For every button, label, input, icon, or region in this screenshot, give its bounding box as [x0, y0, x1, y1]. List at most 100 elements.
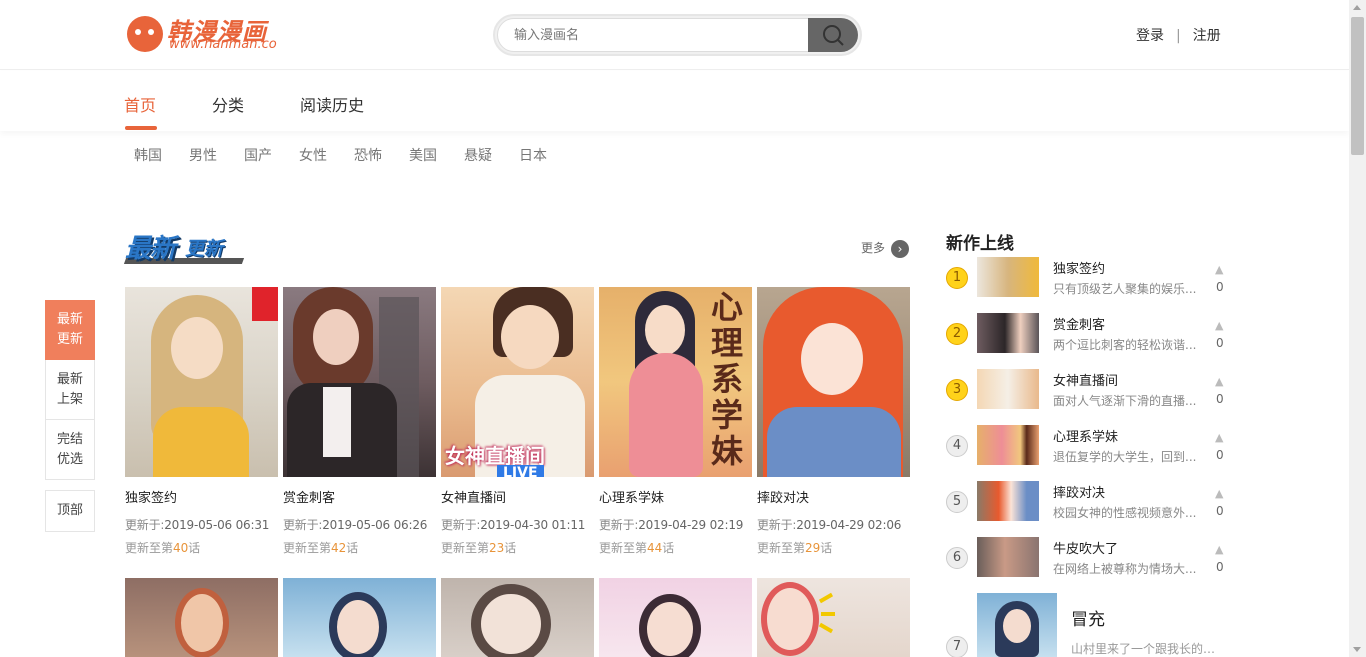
rank-thumbnail[interactable] [977, 257, 1039, 297]
comic-title[interactable]: 女神直播间 [441, 487, 594, 506]
ep-number: 44 [647, 541, 663, 555]
rank-title[interactable]: 摔跤对决 [1053, 482, 1105, 501]
rank-desc: 面对人气逐渐下滑的直播... [1053, 394, 1197, 408]
update-time: 2019-05-06 06:31 [164, 518, 270, 532]
auth-separator: | [1176, 28, 1181, 44]
category-link[interactable]: 日本 [519, 145, 547, 165]
comic-episode: 更新至第44话 [599, 539, 752, 556]
comic-card[interactable]: 女神直播间 LIVE 女神直播间 更新于:2019-04-30 01:11 更新… [441, 287, 594, 556]
scrollbar-thumb[interactable] [1351, 17, 1364, 155]
comic-title[interactable]: 摔跤对决 [757, 487, 910, 506]
float-menu-completed[interactable]: 完结优选 [45, 420, 95, 480]
comic-card[interactable]: 独家签约 更新于:2019-05-06 06:31 更新至第40话 [125, 287, 278, 556]
ranking-item[interactable]: 2 赏金刺客 两个逗比刺客的轻松诙谐... ▲ 0 [946, 313, 1236, 355]
comic-title[interactable]: 赏金刺客 [283, 487, 436, 506]
comic-cover[interactable] [441, 578, 594, 657]
comic-cover[interactable] [757, 578, 910, 657]
comic-cover[interactable] [283, 287, 436, 477]
cover-title-vertical: 心理系学妹 [710, 288, 743, 470]
ep-prefix: 更新至第 [441, 541, 490, 555]
fire-icon: ▲ [1215, 263, 1224, 276]
site-logo[interactable]: 韩漫漫画 www.hanman.co [127, 12, 299, 56]
float-menu-label: 最新上架 [56, 372, 83, 407]
category-link[interactable]: 悬疑 [464, 145, 492, 165]
more-link[interactable]: 更多 › [861, 239, 910, 258]
rank-title[interactable]: 赏金刺客 [1053, 314, 1105, 333]
comic-updated: 更新于:2019-04-29 02:19 [599, 516, 752, 533]
fire-icon: ▲ [1215, 543, 1224, 556]
search-icon [823, 25, 844, 46]
comic-cover[interactable] [757, 287, 910, 477]
float-menu-latest-update[interactable]: 最新更新 [45, 300, 95, 360]
ranking-item[interactable]: 3 女神直播间 面对人气逐渐下滑的直播... ▲ 0 [946, 369, 1236, 411]
float-menu-new-shelf[interactable]: 最新上架 [45, 360, 95, 420]
update-prefix: 更新于: [283, 518, 323, 532]
category-link[interactable]: 韩国 [134, 145, 162, 165]
rank-title[interactable]: 冒充 [1071, 605, 1105, 630]
ep-number: 40 [173, 541, 189, 555]
comic-cover[interactable]: 心理系学妹 [599, 287, 752, 477]
tab-history[interactable]: 阅读历史 [300, 92, 364, 116]
ranking-item[interactable]: 5 摔跤对决 校园女神的性感视频意外... ▲ 0 [946, 481, 1236, 523]
rank-thumbnail[interactable] [977, 425, 1039, 465]
tab-categories[interactable]: 分类 [212, 92, 244, 116]
comic-card[interactable]: 赏金刺客 更新于:2019-05-06 06:26 更新至第42话 [283, 287, 436, 556]
comic-cover[interactable]: 女神直播间 LIVE [441, 287, 594, 477]
ranking-item[interactable]: 4 心理系学妹 退伍复学的大学生，回到... ▲ 0 [946, 425, 1236, 467]
active-tab-indicator [125, 126, 157, 130]
category-link[interactable]: 美国 [409, 145, 437, 165]
rank-desc: 山村里来了一个跟我长的一... [1071, 642, 1226, 656]
search-button[interactable] [808, 18, 858, 52]
comic-title[interactable]: 心理系学妹 [599, 487, 752, 506]
rank-thumbnail[interactable] [977, 593, 1057, 657]
rank-number: 3 [946, 379, 968, 401]
category-link[interactable]: 国产 [244, 145, 272, 165]
tab-home[interactable]: 首页 [124, 92, 156, 116]
ranking-item-featured[interactable]: 7 冒充 山村里来了一个跟我长的一... [946, 593, 1236, 657]
float-menu-label: 完结优选 [56, 432, 83, 467]
fire-icon: ▲ [1215, 431, 1224, 444]
rank-title[interactable]: 独家签约 [1053, 258, 1105, 277]
search-input[interactable] [497, 18, 810, 52]
register-link[interactable]: 注册 [1193, 28, 1221, 44]
logo-url: www.hanman.co [169, 37, 277, 52]
page-scrollbar[interactable] [1349, 0, 1366, 657]
comic-card[interactable]: 心理系学妹 心理系学妹 更新于:2019-04-29 02:19 更新至第44话 [599, 287, 752, 556]
ranking-item[interactable]: 6 牛皮吹大了 在网络上被尊称为情场大... ▲ 0 [946, 537, 1236, 579]
scroll-up-icon[interactable] [1353, 5, 1361, 10]
category-link[interactable]: 女性 [299, 145, 327, 165]
rank-thumbnail[interactable] [977, 369, 1039, 409]
rank-title[interactable]: 女神直播间 [1053, 370, 1118, 389]
comic-episode: 更新至第23话 [441, 539, 594, 556]
comic-cover[interactable] [599, 578, 752, 657]
rank-desc: 校园女神的性感视频意外... [1053, 506, 1197, 520]
category-link[interactable]: 男性 [189, 145, 217, 165]
rank-count: 0 [1216, 448, 1224, 462]
update-time: 2019-04-30 01:11 [480, 518, 586, 532]
ep-suffix: 话 [504, 541, 517, 555]
rank-thumbnail[interactable] [977, 481, 1039, 521]
comic-cover[interactable] [125, 287, 278, 477]
main-nav: 首页 分类 阅读历史 [0, 71, 1349, 131]
comic-title[interactable]: 独家签约 [125, 487, 278, 506]
comic-card[interactable]: 摔跤对决 更新于:2019-04-29 02:06 更新至第29话 [757, 287, 910, 556]
comic-cover[interactable] [125, 578, 278, 657]
rank-title[interactable]: 心理系学妹 [1053, 426, 1118, 445]
more-label: 更多 [861, 241, 886, 255]
ranking-item[interactable]: 1 独家签约 只有顶级艺人聚集的娱乐... ▲ 0 [946, 257, 1236, 299]
category-link[interactable]: 恐怖 [354, 145, 382, 165]
rank-number: 5 [946, 491, 968, 513]
login-link[interactable]: 登录 [1136, 28, 1164, 44]
rank-number: 2 [946, 323, 968, 345]
rank-thumbnail[interactable] [977, 313, 1039, 353]
rank-title[interactable]: 牛皮吹大了 [1053, 538, 1118, 557]
comic-episode: 更新至第29话 [757, 539, 910, 556]
back-to-top-button[interactable]: 顶部 [45, 490, 95, 532]
update-time: 2019-04-29 02:06 [796, 518, 902, 532]
rank-thumbnail[interactable] [977, 537, 1039, 577]
fire-icon: ▲ [1215, 375, 1224, 388]
rank-count: 0 [1216, 560, 1224, 574]
rank-number: 6 [946, 547, 968, 569]
scroll-down-icon[interactable] [1353, 647, 1361, 652]
comic-cover[interactable] [283, 578, 436, 657]
